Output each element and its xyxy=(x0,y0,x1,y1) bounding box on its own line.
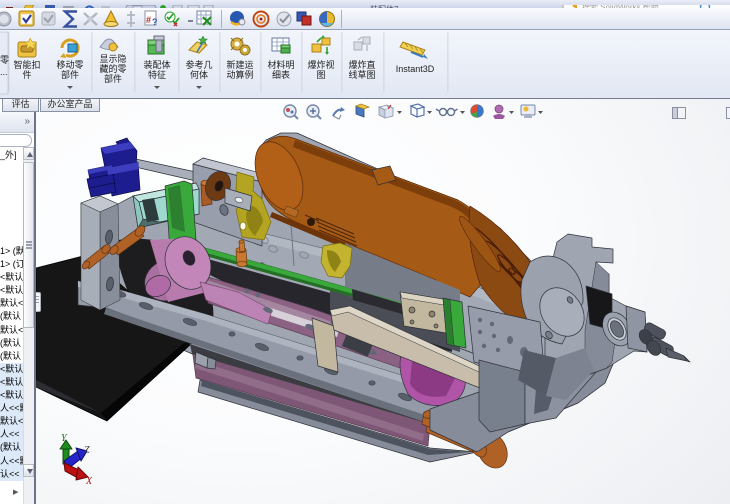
svg-text:参考几: 参考几 xyxy=(185,59,212,70)
svg-text:细表: 细表 xyxy=(272,69,290,80)
svg-text:?: ? xyxy=(152,17,158,27)
svg-text:新建运: 新建运 xyxy=(226,59,253,70)
svg-text:移动零: 移动零 xyxy=(56,59,83,70)
svg-text:藏的零: 藏的零 xyxy=(99,63,126,74)
svg-text:何体: 何体 xyxy=(190,69,208,80)
svg-text:材料明: 材料明 xyxy=(267,59,294,70)
svg-text:Instant3D: Instant3D xyxy=(396,64,435,74)
svg-text:图: 图 xyxy=(316,70,325,80)
svg-text:装配体: 装配体 xyxy=(143,59,170,70)
svg-text:...: ... xyxy=(0,67,8,77)
svg-text:部件: 部件 xyxy=(61,69,79,80)
svg-text:#: # xyxy=(146,15,151,25)
svg-text:线草图: 线草图 xyxy=(348,69,375,80)
svg-text:爆炸直: 爆炸直 xyxy=(348,59,375,70)
svg-text:动算例: 动算例 xyxy=(226,69,253,80)
svg-text:爆炸视: 爆炸视 xyxy=(307,59,334,70)
svg-text:零: 零 xyxy=(0,55,9,65)
svg-text:件: 件 xyxy=(22,69,31,80)
svg-text:显示隐: 显示隐 xyxy=(99,53,126,64)
svg-text:部件: 部件 xyxy=(104,73,122,84)
svg-text:智能扣: 智能扣 xyxy=(13,59,40,70)
svg-text:X: X xyxy=(85,476,93,487)
svg-text:特征: 特征 xyxy=(148,69,166,80)
svg-text:Z: Z xyxy=(84,445,90,456)
